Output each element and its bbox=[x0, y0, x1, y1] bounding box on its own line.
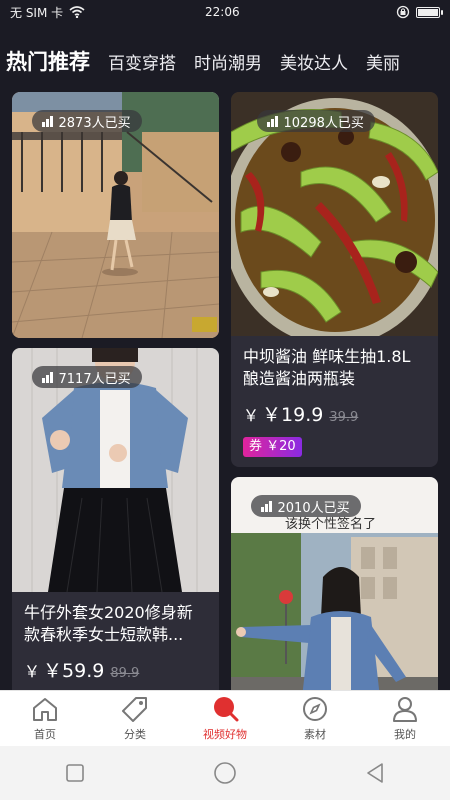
sold-count-badge: 2010人已买 bbox=[251, 495, 361, 517]
triangle-back-icon bbox=[367, 763, 383, 783]
sold-count-text: 7117人已买 bbox=[58, 371, 131, 387]
nav-label-video-goods: 视频好物 bbox=[203, 728, 247, 741]
status-right bbox=[396, 5, 443, 19]
tag-icon bbox=[121, 695, 149, 723]
product-image: 7117人已买 bbox=[12, 348, 219, 592]
product-price: ￥ ￥59.9 bbox=[24, 660, 105, 682]
recent-apps-button[interactable] bbox=[45, 753, 105, 793]
original-price: 39.9 bbox=[329, 410, 359, 425]
circle-icon bbox=[214, 762, 236, 784]
home-icon bbox=[31, 695, 59, 723]
product-image: 10298人已买 bbox=[231, 92, 438, 336]
product-price: ￥ ￥19.9 bbox=[243, 404, 324, 426]
price-row: ￥ ￥19.9 39.9 bbox=[243, 400, 426, 427]
sold-count-text: 10298人已买 bbox=[283, 115, 364, 131]
coupon-tag[interactable]: 券 ￥20 bbox=[243, 437, 302, 457]
carrier-text: 无 SIM 卡 bbox=[10, 5, 64, 20]
product-card[interactable]: 10298人已买 中坝酱油 鲜味生抽1.8L酿造酱油两瓶装 ￥ ￥19.9 39.… bbox=[231, 92, 438, 467]
status-bar: 无 SIM 卡 22:06 bbox=[0, 0, 450, 24]
back-button[interactable] bbox=[345, 753, 405, 793]
sold-count-badge: 10298人已买 bbox=[257, 110, 375, 132]
nav-label-home: 首页 bbox=[34, 728, 56, 741]
bar-chart-icon bbox=[267, 115, 278, 127]
user-icon bbox=[391, 695, 419, 723]
nav-item-video-goods[interactable]: 视频好物 bbox=[185, 695, 265, 742]
category-tabs: 热门推荐 百变穿搭 时尚潮男 美妆达人 美丽 bbox=[0, 36, 450, 86]
nav-item-material[interactable]: 素材 bbox=[275, 695, 355, 742]
nav-item-category[interactable]: 分类 bbox=[95, 695, 175, 742]
clock-time: 22:06 bbox=[205, 5, 240, 19]
wifi-icon bbox=[69, 6, 85, 18]
product-card[interactable]: 该换个性签名了 2010人已买 bbox=[231, 477, 438, 690]
bar-chart-icon bbox=[42, 115, 53, 127]
original-price: 89.9 bbox=[110, 666, 140, 681]
bottom-nav: 首页 分类 视频好物 素材 我的 bbox=[0, 690, 450, 746]
product-image: 2873人已买 bbox=[12, 92, 219, 338]
product-title: 牛仔外套女2020修身新款春秋季女士短款韩... bbox=[24, 603, 193, 644]
product-card[interactable]: 2873人已买 bbox=[12, 92, 219, 338]
price-row: ￥ ￥59.9 89.9 bbox=[24, 656, 207, 683]
tab-hot-recommend[interactable]: 热门推荐 bbox=[0, 46, 99, 76]
battery-fill bbox=[418, 8, 438, 16]
tab-beauty[interactable]: 美妆达人 bbox=[271, 49, 357, 74]
nav-item-profile[interactable]: 我的 bbox=[365, 695, 445, 742]
system-nav-bar bbox=[0, 746, 450, 800]
feed-column-left: 2873人已买 7117人已买 牛仔外套女2020修身新款春秋季女士短款韩...… bbox=[12, 92, 219, 690]
tab-beauty-more[interactable]: 美丽 bbox=[357, 49, 409, 74]
square-icon bbox=[66, 764, 84, 782]
tab-outfit[interactable]: 百变穿搭 bbox=[99, 49, 185, 74]
product-info: 牛仔外套女2020修身新款春秋季女士短款韩... ￥ ￥59.9 89.9 bbox=[12, 592, 219, 690]
bar-chart-icon bbox=[261, 500, 272, 512]
product-feed: 2873人已买 7117人已买 牛仔外套女2020修身新款春秋季女士短款韩...… bbox=[0, 92, 450, 690]
sold-count-badge: 7117人已买 bbox=[32, 366, 142, 388]
battery-icon bbox=[416, 6, 443, 18]
product-title: 中坝酱油 鲜味生抽1.8L酿造酱油两瓶装 bbox=[243, 347, 411, 388]
bar-chart-icon bbox=[42, 371, 53, 383]
video-goods-icon bbox=[211, 695, 239, 723]
product-image: 该换个性签名了 2010人已买 bbox=[231, 477, 438, 690]
sold-count-text: 2010人已买 bbox=[277, 500, 350, 516]
feed-column-right: 10298人已买 中坝酱油 鲜味生抽1.8L酿造酱油两瓶装 ￥ ￥19.9 39.… bbox=[231, 92, 438, 690]
home-button[interactable] bbox=[195, 753, 255, 793]
nav-label-category: 分类 bbox=[124, 728, 146, 741]
sold-count-text: 2873人已买 bbox=[58, 115, 131, 131]
nav-label-material: 素材 bbox=[304, 728, 326, 741]
product-info: 中坝酱油 鲜味生抽1.8L酿造酱油两瓶装 ￥ ￥19.9 39.9 券 ￥20 bbox=[231, 336, 438, 467]
status-left: 无 SIM 卡 bbox=[10, 4, 85, 21]
nav-item-home[interactable]: 首页 bbox=[5, 695, 85, 742]
tab-fashion-men[interactable]: 时尚潮男 bbox=[185, 49, 271, 74]
rotation-lock-icon bbox=[396, 5, 410, 19]
compass-icon bbox=[301, 695, 329, 723]
sold-count-badge: 2873人已买 bbox=[32, 110, 142, 132]
nav-label-profile: 我的 bbox=[394, 728, 416, 741]
product-card[interactable]: 7117人已买 牛仔外套女2020修身新款春秋季女士短款韩... ￥ ￥59.9 … bbox=[12, 348, 219, 690]
